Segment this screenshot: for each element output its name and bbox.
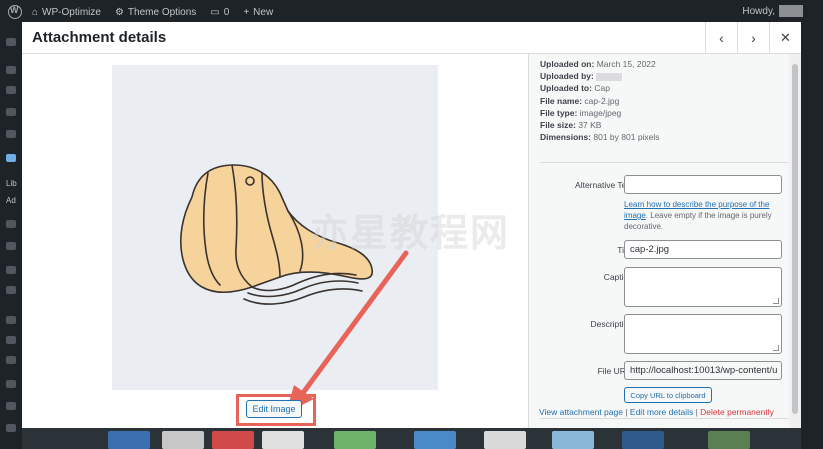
divider: [540, 418, 788, 419]
media-thumbnail: [162, 431, 204, 449]
delete-permanently-link[interactable]: Delete permanently: [700, 407, 774, 417]
comments-link[interactable]: ▭ 0: [210, 7, 229, 18]
view-attachment-page-link[interactable]: View attachment page: [539, 407, 623, 417]
media-thumbnail: [552, 431, 594, 449]
mail-icon[interactable]: [6, 266, 16, 274]
sidebar-item-library[interactable]: Lib: [6, 179, 17, 188]
howdy-label: Howdy,: [742, 5, 775, 17]
chevron-left-icon: ‹: [719, 30, 724, 46]
file-name-row: File name: cap-2.jpg: [540, 95, 620, 106]
copy-url-button[interactable]: Copy URL to clipboard: [624, 387, 712, 403]
title-input[interactable]: cap-2.jpg: [624, 240, 782, 259]
media-thumbnail: [484, 431, 526, 449]
admin-bar: ⌂ WP-Optimize ⚙ Theme Options ▭ 0 + New …: [0, 0, 823, 24]
wordpress-logo-icon[interactable]: [8, 5, 22, 19]
forms-icon[interactable]: [6, 220, 16, 228]
annotation-arrow-icon: [286, 250, 409, 413]
media-thumbnail: [262, 431, 304, 449]
new-label: New: [253, 6, 274, 18]
modal-header: Attachment details ‹ › ✕: [22, 22, 801, 54]
account-menu[interactable]: Howdy,: [742, 5, 803, 17]
file-type-row: File type: image/jpeg: [540, 107, 622, 118]
brush-icon[interactable]: [6, 336, 16, 344]
plugins-icon[interactable]: [6, 316, 16, 324]
settings-icon[interactable]: [6, 402, 16, 410]
description-textarea[interactable]: [624, 314, 782, 354]
site-name-link[interactable]: ⌂ WP-Optimize: [32, 7, 101, 18]
annotation-highlight-box: [236, 394, 316, 426]
modal-title: Attachment details: [32, 29, 167, 46]
avatar: [779, 5, 803, 17]
alt-text-input[interactable]: [624, 175, 782, 194]
uploader-name-redacted: [596, 72, 623, 81]
tools-icon[interactable]: [6, 380, 16, 388]
file-metadata: Uploaded on: March 15, 2022 Uploaded by:…: [540, 58, 660, 143]
media-thumbnail: [622, 431, 664, 449]
media-library-icon[interactable]: [6, 154, 16, 162]
caption-textarea[interactable]: [624, 267, 782, 307]
file-url-input[interactable]: http://localhost:10013/wp-content/u: [624, 361, 782, 380]
comment-icon: ▭: [210, 6, 220, 18]
close-icon: ✕: [780, 30, 791, 45]
attachment-info-panel: Uploaded on: March 15, 2022 Uploaded by:…: [528, 54, 801, 428]
pin-icon[interactable]: [6, 66, 16, 74]
users-icon[interactable]: [6, 356, 16, 364]
scrollbar-thumb[interactable]: [792, 64, 798, 414]
file-size-row: File size: 37 KB: [540, 120, 602, 131]
media-thumbnail: [708, 431, 750, 449]
pages-icon[interactable]: [6, 108, 16, 116]
dashboard-icon[interactable]: [6, 38, 16, 46]
theme-options-label: Theme Options: [127, 6, 197, 18]
uploaded-to-row: Uploaded to: Cap: [540, 83, 610, 94]
background-right: [801, 24, 823, 449]
next-button[interactable]: ›: [737, 22, 769, 54]
home-icon: ⌂: [32, 6, 39, 18]
admin-side-menu: Lib Ad: [0, 24, 22, 449]
appearance-icon[interactable]: [6, 286, 16, 294]
attachment-actions: View attachment page | Edit more details…: [539, 407, 774, 417]
comments-icon[interactable]: [6, 242, 16, 250]
media-thumbnail: [108, 431, 150, 449]
chevron-right-icon: ›: [751, 30, 756, 46]
sidebar-item-add-new[interactable]: Ad: [6, 196, 16, 205]
plus-icon: +: [243, 6, 250, 18]
close-button[interactable]: ✕: [769, 22, 801, 54]
resize-handle-icon[interactable]: [773, 345, 779, 351]
divider: [540, 162, 788, 163]
media-thumbnail: [414, 431, 456, 449]
theme-options-link[interactable]: ⚙ Theme Options: [115, 7, 196, 18]
uploaded-by-row: Uploaded by:: [540, 70, 660, 82]
media-icon[interactable]: [6, 86, 16, 94]
media-thumbnail: [212, 431, 254, 449]
alt-text-help: Learn how to describe the purpose of the…: [624, 200, 772, 231]
attachment-details-modal: Attachment details ‹ › ✕ 亦星教程网 Edit Imag…: [22, 22, 801, 428]
comments-count: 0: [223, 6, 230, 18]
edit-more-details-link[interactable]: Edit more details: [630, 407, 693, 417]
megaphone-icon[interactable]: [6, 130, 16, 138]
media-grid-background: [22, 428, 801, 449]
gear-icon: ⚙: [114, 6, 124, 18]
dimensions-row: Dimensions: 801 by 801 pixels: [540, 132, 660, 143]
resize-handle-icon[interactable]: [773, 298, 779, 304]
details-scrollbar[interactable]: [789, 54, 801, 428]
collapse-menu-icon[interactable]: [6, 424, 16, 432]
previous-button[interactable]: ‹: [705, 22, 737, 54]
new-content-link[interactable]: + New: [243, 7, 273, 18]
uploaded-on-row: Uploaded on: March 15, 2022: [540, 59, 656, 69]
site-name-label: WP-Optimize: [42, 6, 101, 18]
media-thumbnail: [334, 431, 376, 449]
